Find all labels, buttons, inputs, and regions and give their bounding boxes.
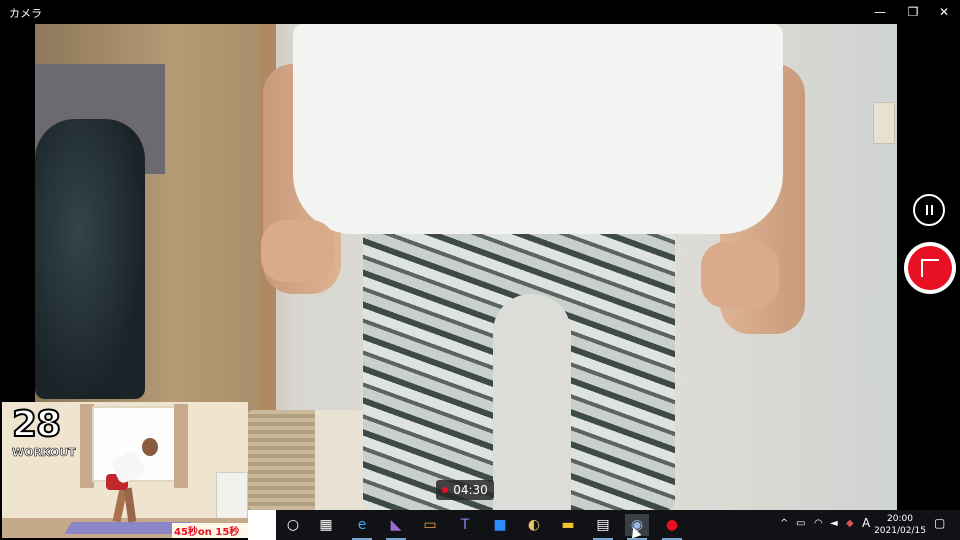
taskbar-search-box[interactable] — [248, 510, 276, 540]
record-icon[interactable]: ● — [660, 514, 684, 540]
teams-icon[interactable]: T — [453, 514, 477, 536]
shorts-gap — [493, 294, 571, 510]
file-explorer-icon[interactable]: ▬ — [556, 514, 580, 536]
paint-icon[interactable]: ◐ — [522, 514, 546, 536]
film-icon[interactable]: ▤ — [591, 514, 615, 540]
tray-chevron-icon[interactable]: ^ — [780, 518, 788, 529]
maximize-icon: ❐ — [907, 5, 919, 19]
workout-number: 28 — [11, 403, 62, 446]
pause-button[interactable] — [913, 194, 945, 226]
zoom-icon[interactable]: ■ — [488, 514, 512, 536]
recording-timer: 04:30 — [436, 480, 494, 500]
taskbar: ○ ▦ e ◣ ▭ T ■ ◐ ▬ ▤ ◉ ● ^ ▭ ◠ ◄ ◆ A 20:0… — [248, 510, 960, 540]
clock-date: 2021/02/15 — [874, 526, 926, 536]
visual-studio-icon[interactable]: ◣ — [384, 514, 408, 540]
pause-icon — [925, 205, 928, 215]
minimize-button[interactable]: — — [864, 0, 896, 24]
office-chair — [35, 119, 145, 399]
person-left-fist — [261, 220, 335, 282]
fan — [877, 254, 897, 424]
recording-dot-icon — [442, 487, 449, 493]
person-shirt — [293, 24, 783, 234]
workout-video-overlay[interactable]: 28 WORKOUT 45秒on 15秒off — [2, 402, 248, 538]
clock-time: 20:00 — [887, 514, 913, 524]
title-bar: カメラ — ❐ ✕ — [0, 0, 960, 24]
wifi-icon[interactable]: ◠ — [814, 518, 823, 529]
stop-recording-button[interactable] — [904, 242, 956, 294]
wall-switch — [873, 102, 895, 144]
ime-indicator[interactable]: A — [862, 516, 870, 530]
security-icon[interactable]: ◆ — [846, 518, 854, 529]
cortana-icon[interactable]: ○ — [281, 514, 305, 536]
taskbar-clock[interactable]: 20:00 2021/02/15 — [872, 513, 928, 537]
close-icon: ✕ — [938, 5, 950, 19]
volume-icon[interactable]: ◄ — [830, 518, 838, 529]
stop-icon — [921, 259, 939, 277]
battery-icon[interactable]: ▭ — [796, 518, 805, 529]
window-title: カメラ — [9, 7, 42, 20]
box — [315, 410, 365, 510]
app-icon[interactable]: ▭ — [418, 514, 442, 536]
task-view-icon[interactable]: ▦ — [314, 514, 338, 536]
minimize-icon: — — [874, 5, 886, 19]
notification-icon[interactable]: ▢ — [934, 516, 950, 532]
recording-elapsed: 04:30 — [453, 483, 488, 497]
workout-label: WORKOUT — [12, 446, 76, 460]
workout-caption: 45秒on 15秒off — [172, 523, 248, 538]
person-right-fist — [701, 242, 779, 308]
maximize-button[interactable]: ❐ — [897, 0, 929, 24]
edge-icon[interactable]: e — [350, 514, 374, 540]
close-button[interactable]: ✕ — [928, 0, 960, 24]
